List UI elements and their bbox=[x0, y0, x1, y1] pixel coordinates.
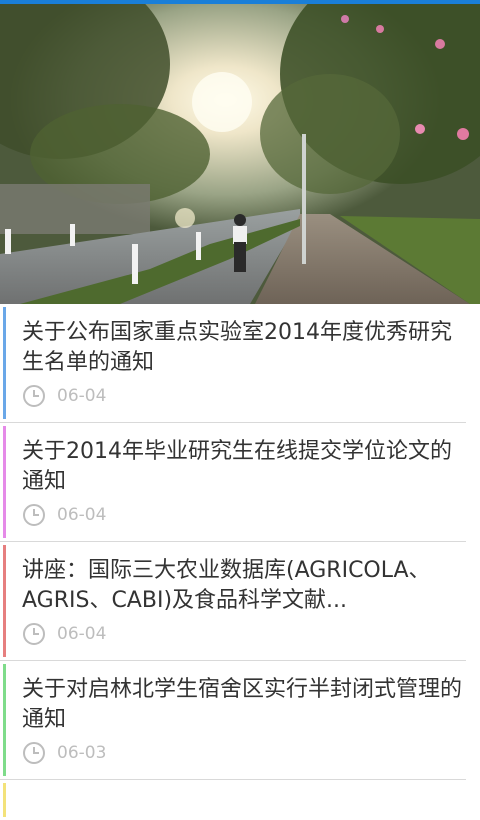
news-list: 关于公布国家重点实验室2014年度优秀研究生名单的通知 06-04 关于2014… bbox=[0, 304, 480, 820]
campus-road-photo bbox=[0, 4, 480, 304]
news-date: 06-04 bbox=[57, 505, 107, 525]
news-accent-bar bbox=[3, 664, 6, 776]
clock-icon bbox=[23, 742, 45, 764]
news-item[interactable]: 讲座：国际三大农业数据库(AGRICOLA、AGRIS、CABI)及食品科学文献… bbox=[0, 542, 466, 661]
news-meta: 06-03 bbox=[22, 741, 106, 765]
news-date: 06-04 bbox=[57, 386, 107, 406]
clock-icon bbox=[23, 504, 45, 526]
news-meta: 06-04 bbox=[22, 503, 106, 527]
news-date: 06-03 bbox=[57, 743, 107, 763]
news-title: 讲座：国际三大农业数据库(AGRICOLA、AGRIS、CABI)及食品科学文献… bbox=[22, 558, 431, 613]
news-title: 关于对启林北学生宿舍区实行半封闭式管理的通知 bbox=[22, 677, 463, 732]
news-meta: 06-04 bbox=[22, 622, 106, 646]
news-accent-bar bbox=[3, 783, 6, 817]
news-accent-bar bbox=[3, 545, 6, 657]
news-item[interactable] bbox=[0, 780, 466, 820]
clock-icon bbox=[23, 623, 45, 645]
news-title: 关于2014年毕业研究生在线提交学位论文的通知 bbox=[22, 439, 452, 494]
news-accent-bar bbox=[3, 307, 6, 419]
news-item[interactable]: 关于对启林北学生宿舍区实行半封闭式管理的通知 06-03 bbox=[0, 661, 466, 780]
banner-image[interactable] bbox=[0, 4, 480, 304]
news-item[interactable]: 关于2014年毕业研究生在线提交学位论文的通知 06-04 bbox=[0, 423, 466, 542]
news-item[interactable]: 关于公布国家重点实验室2014年度优秀研究生名单的通知 06-04 bbox=[0, 304, 466, 423]
news-accent-bar bbox=[3, 426, 6, 538]
news-date: 06-04 bbox=[57, 624, 107, 644]
news-meta: 06-04 bbox=[22, 384, 106, 408]
clock-icon bbox=[23, 385, 45, 407]
news-title: 关于公布国家重点实验室2014年度优秀研究生名单的通知 bbox=[22, 320, 452, 375]
